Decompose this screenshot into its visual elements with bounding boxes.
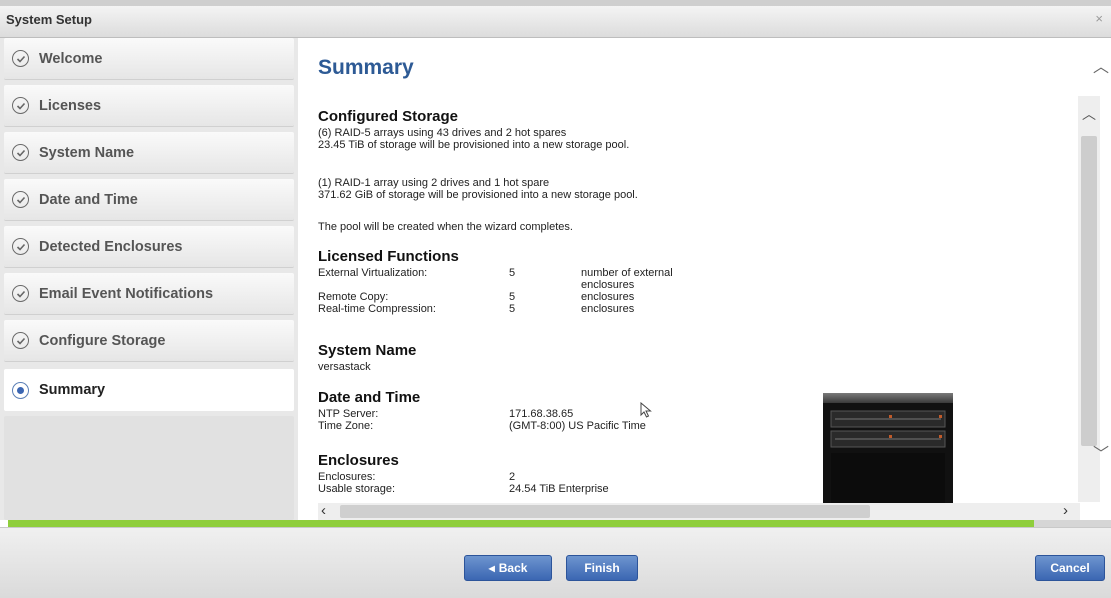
license-value: 5 <box>509 267 516 279</box>
cancel-button-label: Cancel <box>1050 561 1090 575</box>
back-button[interactable]: ◀ Back <box>464 555 552 581</box>
sidebar-item-date-time[interactable]: Date and Time <box>4 179 294 221</box>
progress-fill <box>8 520 1034 527</box>
license-name: External Virtualization: <box>318 267 428 279</box>
ntp-label: NTP Server: <box>318 408 379 420</box>
enclosures-label: Enclosures: <box>318 471 376 483</box>
sidebar-item-label: Welcome <box>39 50 103 67</box>
license-value: 5 <box>509 291 516 303</box>
timezone-value: (GMT-8:00) US Pacific Time <box>509 420 646 432</box>
back-button-label: Back <box>498 561 528 575</box>
chevron-up-icon[interactable]: ︿ <box>1082 104 1096 124</box>
storage-text: 371.62 GiB of storage will be provisione… <box>318 189 638 201</box>
page-title: Summary <box>318 56 414 79</box>
sidebar-item-label: Date and Time <box>39 191 138 208</box>
storage-server-image <box>823 393 953 503</box>
check-circle-icon <box>12 285 29 302</box>
license-name: Real-time Compression: <box>318 303 436 315</box>
timezone-label: Time Zone: <box>318 420 374 432</box>
scrollbar-thumb[interactable] <box>1081 136 1097 446</box>
system-name-heading: System Name <box>318 342 417 359</box>
sidebar-item-label: Configure Storage <box>39 332 166 349</box>
window-title: System Setup <box>6 12 92 27</box>
finish-button-label: Finish <box>584 561 620 575</box>
sidebar-item-email-event-notifications[interactable]: Email Event Notifications <box>4 273 294 315</box>
horizontal-scrollbar[interactable]: ‹ <box>318 502 1080 520</box>
license-unit: enclosures <box>581 291 635 303</box>
current-step-icon <box>12 381 29 399</box>
sidebar-item-welcome[interactable]: Welcome <box>4 38 294 80</box>
storage-text: (1) RAID-1 array using 2 drives and 1 ho… <box>318 177 550 189</box>
usable-storage-label: Usable storage: <box>318 483 396 495</box>
check-circle-icon <box>12 332 29 349</box>
cancel-button[interactable]: Cancel <box>1035 555 1105 581</box>
usable-storage-value: 24.54 TiB Enterprise <box>509 483 609 495</box>
storage-text: The pool will be created when the wizard… <box>318 221 573 233</box>
wizard-progress-bar <box>8 520 1111 527</box>
license-value: 5 <box>509 303 516 315</box>
check-circle-icon <box>12 144 29 161</box>
sidebar-item-label: Licenses <box>39 97 102 114</box>
date-time-heading: Date and Time <box>318 389 421 406</box>
finish-button[interactable]: Finish <box>566 555 638 581</box>
back-arrow-icon: ◀ <box>488 563 495 573</box>
sidebar-item-label: Summary <box>39 382 106 398</box>
enclosures-heading: Enclosures <box>318 452 399 469</box>
sidebar-item-system-name[interactable]: System Name <box>4 132 294 174</box>
system-name-value: versastack <box>318 361 371 373</box>
check-circle-icon <box>12 50 29 67</box>
sidebar-item-configure-storage[interactable]: Configure Storage <box>4 320 294 362</box>
storage-text: 23.45 TiB of storage will be provisioned… <box>318 139 630 151</box>
sidebar-item-licenses[interactable]: Licenses <box>4 85 294 127</box>
sidebar-item-label: System Name <box>39 144 135 161</box>
scrollbar-thumb[interactable] <box>340 505 870 518</box>
enclosures-value: 2 <box>509 471 516 483</box>
sidebar-item-detected-enclosures[interactable]: Detected Enclosures <box>4 226 294 268</box>
wizard-footer: ◀ Back Finish Cancel <box>0 527 1111 598</box>
chevron-left-icon[interactable]: ‹ <box>321 502 326 519</box>
close-icon[interactable]: × <box>1095 11 1103 26</box>
ntp-value: 171.68.38.65 <box>509 408 574 420</box>
license-name: Remote Copy: <box>318 291 389 303</box>
sidebar-item-summary[interactable]: Summary <box>4 369 294 411</box>
summary-scroll-area[interactable]: Configured Storage (6) RAID-5 arrays usi… <box>318 106 1078 502</box>
chevron-up-icon[interactable]: ︿ <box>1093 53 1109 77</box>
title-bar: System Setup × <box>0 0 1111 38</box>
storage-text: (6) RAID-5 arrays using 43 drives and 2 … <box>318 127 567 139</box>
sidebar-item-label: Email Event Notifications <box>39 285 214 302</box>
chevron-down-icon[interactable]: ﹀ <box>1093 440 1109 464</box>
sidebar-filler <box>4 416 294 520</box>
license-unit: number of external enclosures <box>581 267 673 291</box>
wizard-sidebar: Welcome Licenses System Name Date and Ti… <box>0 38 298 520</box>
licensed-functions-heading: Licensed Functions <box>318 248 459 265</box>
check-circle-icon <box>12 238 29 255</box>
license-unit: enclosures <box>581 303 635 315</box>
mouse-cursor-icon <box>640 402 652 418</box>
sidebar-item-label: Detected Enclosures <box>39 238 183 255</box>
main-panel: Summary ︿ Configured Storage (6) RAID-5 … <box>298 38 1111 520</box>
check-circle-icon <box>12 191 29 208</box>
chevron-right-icon[interactable]: › <box>1063 502 1068 519</box>
configured-storage-heading: Configured Storage <box>318 108 459 125</box>
check-circle-icon <box>12 97 29 114</box>
